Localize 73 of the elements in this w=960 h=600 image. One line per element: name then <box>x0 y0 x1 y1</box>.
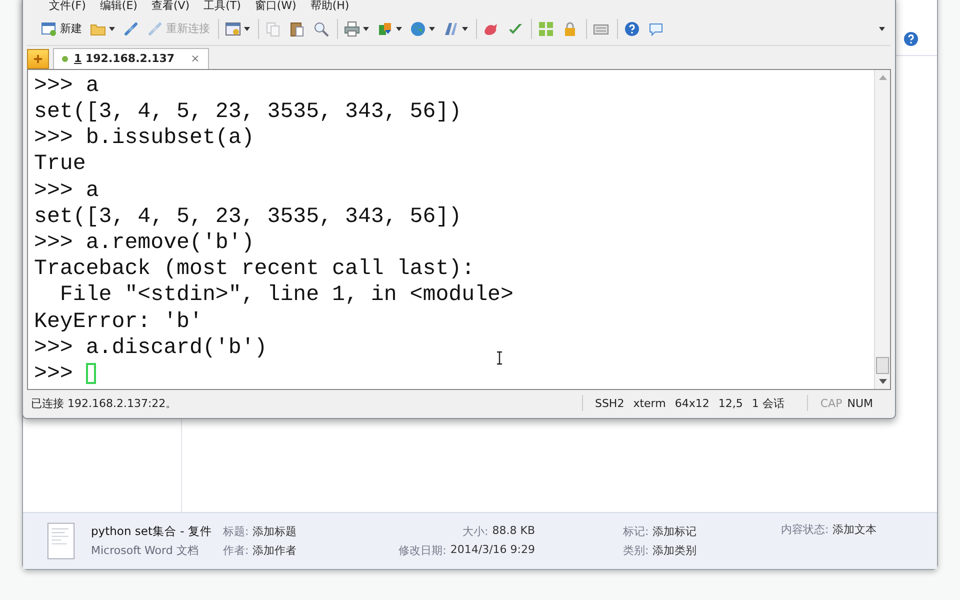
caret-icon[interactable] <box>244 26 250 31</box>
property-value: 添加作者 <box>252 543 297 558</box>
terminal-line: >>> a.discard('b') <box>34 334 268 361</box>
new-window-icon[interactable] <box>41 20 57 37</box>
close-tab-button[interactable]: × <box>190 52 200 66</box>
add-tab-button[interactable] <box>27 48 49 69</box>
terminal-type-label: xterm <box>633 396 666 410</box>
scroll-up-icon[interactable] <box>878 74 886 80</box>
clipboard-icon[interactable] <box>289 20 305 37</box>
property-value: 添加标题 <box>252 524 297 539</box>
scrollbar-thumb[interactable] <box>876 357 889 374</box>
toolbar-button-label[interactable]: 新建 <box>60 21 82 36</box>
key-indicator: CAP <box>820 396 842 410</box>
lock-icon[interactable] <box>562 20 578 37</box>
caret-icon[interactable] <box>462 26 468 31</box>
menu-item[interactable]: 查看(V) <box>151 0 190 13</box>
protocol-label: SSH2 <box>594 396 624 410</box>
caret-icon[interactable] <box>396 26 402 31</box>
printer-icon[interactable] <box>344 20 360 37</box>
caret-icon[interactable] <box>429 26 435 31</box>
help-icon[interactable] <box>903 31 919 47</box>
key-indicator: NUM <box>847 396 873 410</box>
chain-link-icon[interactable] <box>123 20 139 37</box>
file-type: Microsoft Word 文档 <box>91 543 200 558</box>
menu-item[interactable]: 窗口(W) <box>254 0 296 13</box>
property-value: 88.8 KB <box>492 524 535 539</box>
help-icon[interactable] <box>624 20 640 37</box>
property-value: 2014/3/16 9:29 <box>450 543 535 558</box>
session-tab[interactable]: 1 192.168.2.137 × <box>53 48 209 69</box>
terminal-line: >>> a <box>34 178 99 204</box>
menu-item[interactable]: 工具(T) <box>204 0 241 13</box>
property-value: 添加类别 <box>652 543 697 558</box>
terminal-line: True <box>34 151 86 178</box>
property-label: 类别: <box>623 543 649 558</box>
menu-item[interactable]: 编辑(E) <box>100 0 138 13</box>
status-message: 已连接 192.168.2.137:22。 <box>30 396 178 411</box>
property-value: 添加标记 <box>652 524 697 539</box>
window-icon[interactable] <box>225 20 241 37</box>
tiles-icon[interactable] <box>538 20 554 37</box>
overflow-caret-icon[interactable] <box>879 26 885 31</box>
cursor-position-label: 12,5 <box>718 396 743 410</box>
terminal-line: set([3, 4, 5, 23, 3535, 343, 56]) <box>34 204 462 230</box>
property-label: 标题: <box>223 524 249 539</box>
session-count-label: 1 会话 <box>752 396 784 411</box>
property-label: 修改日期: <box>398 543 446 558</box>
document-icon <box>47 521 75 561</box>
speech-bubble-icon[interactable] <box>648 20 664 37</box>
terminal-line: set([3, 4, 5, 23, 3535, 343, 56]) <box>34 99 462 126</box>
property-label: 大小: <box>462 524 488 539</box>
terminal-line: KeyError: 'b' <box>34 308 202 335</box>
status-dot-icon <box>62 56 68 62</box>
terminal-line: >>> a.remove('b') <box>34 230 254 256</box>
terminal-line: >>> b.issubset(a) <box>34 125 254 152</box>
menu-item[interactable]: 帮助(H) <box>310 0 350 13</box>
property-label: 标记: <box>623 524 649 539</box>
caret-icon[interactable] <box>109 26 115 31</box>
terminal-line: Traceback (most recent call last): <box>34 256 475 282</box>
caret-icon[interactable] <box>363 26 369 31</box>
scroll-down-icon[interactable] <box>878 379 886 384</box>
property-label: 内容状态: <box>781 522 829 537</box>
terminal-line: File "<stdin>", line 1, in <module> <box>58 282 514 309</box>
plus-icon <box>33 54 43 64</box>
terminal-line: >>> a <box>34 72 99 100</box>
vertical-scrollbar[interactable] <box>874 70 890 390</box>
file-name: python set集合 - 复件 <box>91 524 213 539</box>
text-cursor-icon <box>496 351 503 365</box>
menu-item[interactable]: 文件(F) <box>49 0 86 13</box>
property-value: 添加文本 <box>832 522 877 537</box>
text-cursor <box>86 363 96 384</box>
terminal-size-label: 64x12 <box>674 396 710 410</box>
property-label: 作者: <box>223 543 249 558</box>
terminal-line: >>> <box>34 360 74 388</box>
search-icon[interactable] <box>313 20 329 37</box>
